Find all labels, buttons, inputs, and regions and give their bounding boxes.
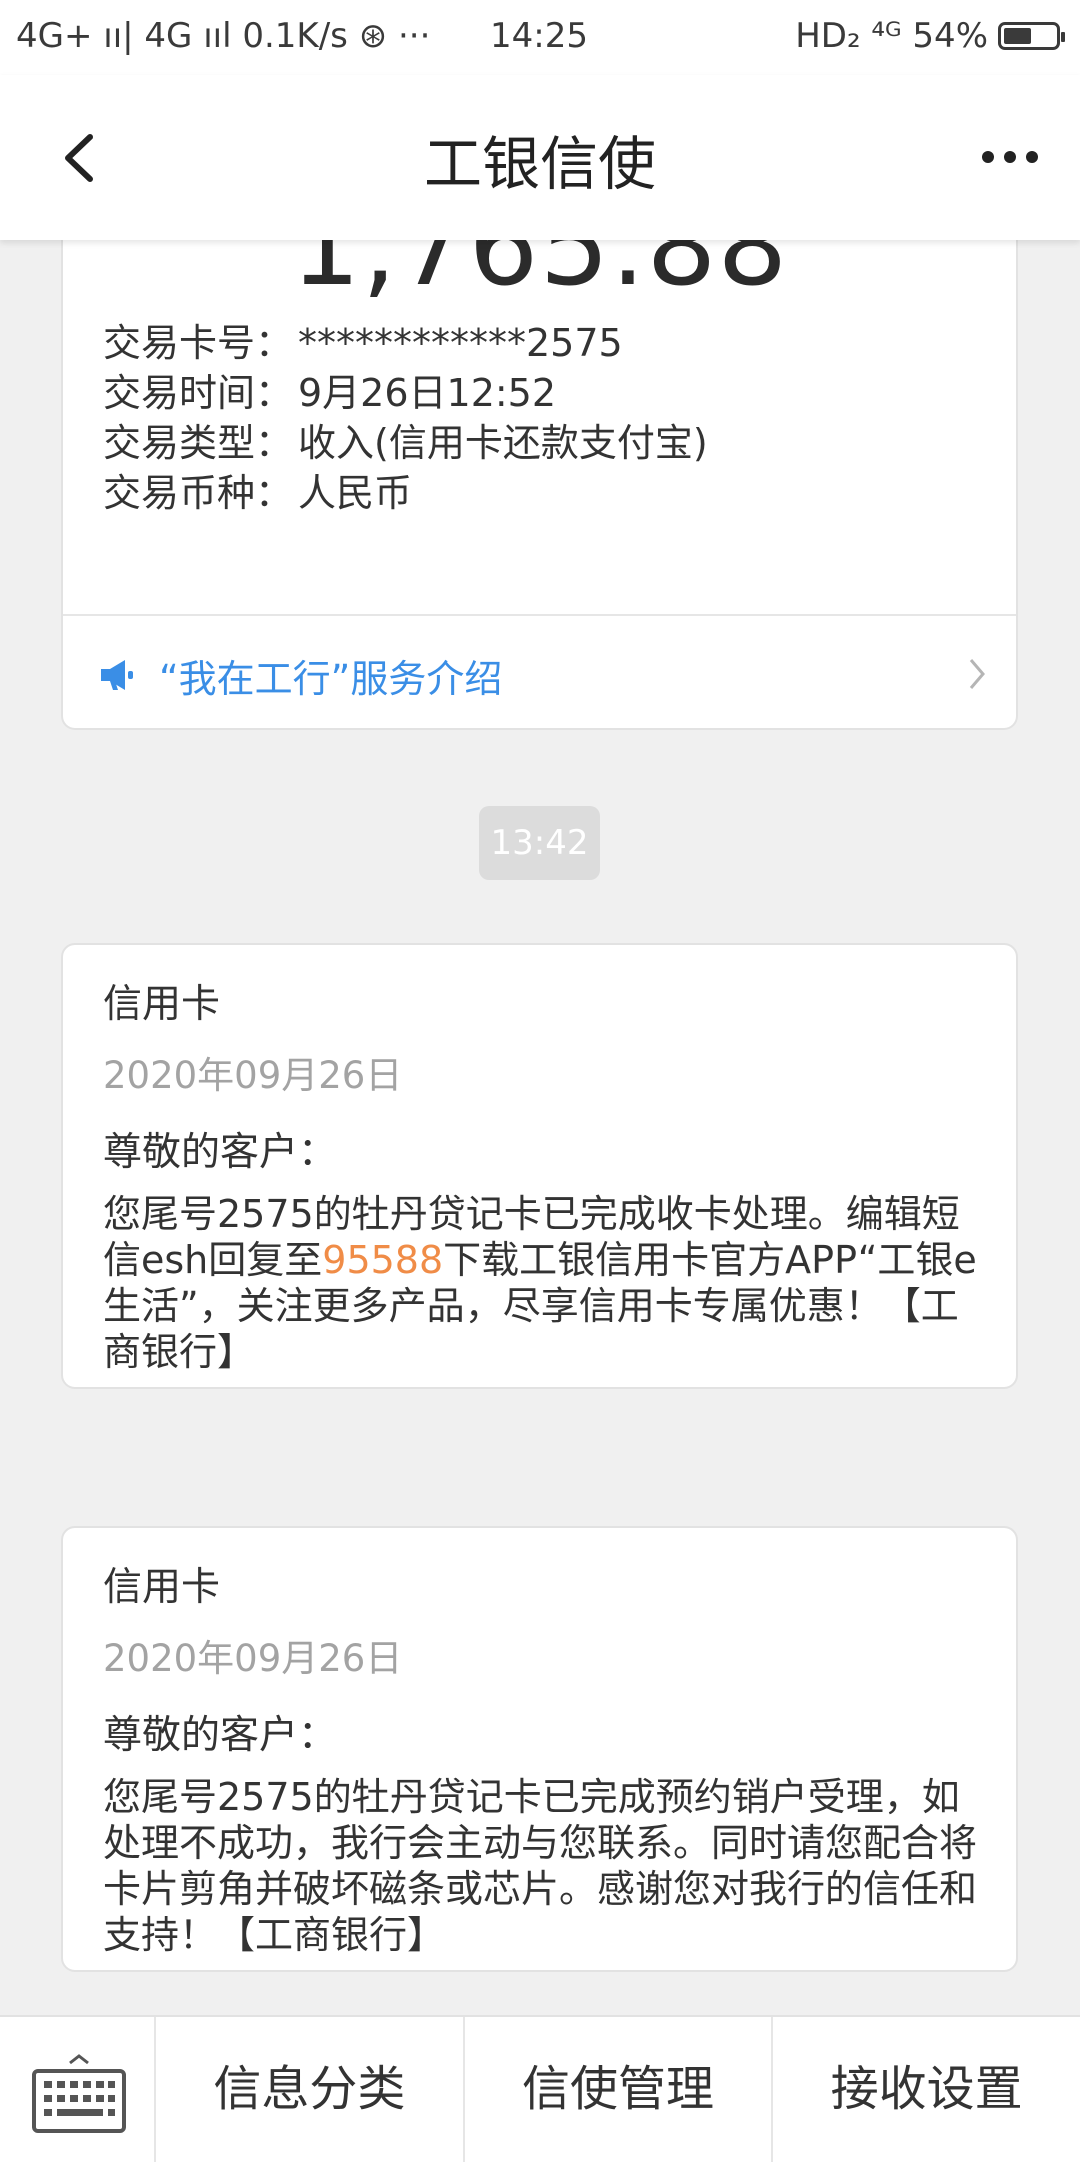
message-card[interactable]: 信用卡 2020年09月26日 尊敬的客户： 您尾号2575的牡丹贷记卡已完成收… (61, 943, 1018, 1389)
service-intro-text: “我在工行”服务介绍 (159, 656, 503, 701)
status-network: 4G+ ıı| 4G ııl 0.1K/s ⊛ ··· (16, 16, 431, 56)
message-date: 2020年09月26日 (103, 1054, 403, 1097)
message-date: 2020年09月26日 (103, 1637, 403, 1680)
detail-value: 9月26日12:52 (298, 371, 557, 415)
time-separator: 13:42 (479, 806, 600, 880)
battery-level (1004, 28, 1031, 44)
detail-label: 交易类型： (103, 421, 294, 465)
detail-label: 交易币种： (103, 471, 294, 515)
message-list[interactable]: 1,765.88 交易卡号： ************2575 交易时间： 9月26… (0, 240, 1080, 2015)
transaction-amount: 1,765.88 (290, 240, 789, 310)
nav-bar: 工银信使 (0, 75, 1080, 240)
detail-value: 收入(信用卡还款支付宝) (298, 421, 708, 465)
tab-message-category[interactable]: 信息分类 (156, 2017, 465, 2162)
detail-value: ************2575 (298, 321, 623, 365)
message-title: 信用卡 (103, 1565, 221, 1610)
message-card[interactable]: 信用卡 2020年09月26日 尊敬的客户： 您尾号2575的牡丹贷记卡已完成预… (61, 1526, 1018, 1972)
detail-row-card: 交易卡号： ************2575 (103, 312, 623, 367)
status-bar: 4G+ ıı| 4G ııl 0.1K/s ⊛ ··· 14:25 HD₂ ⁴ᴳ… (0, 0, 1080, 75)
message-title: 信用卡 (103, 982, 221, 1027)
status-indicators: HD₂ ⁴ᴳ 54% (795, 16, 988, 56)
message-greeting: 尊敬的客户： (103, 1130, 338, 1175)
detail-row-type: 交易类型： 收入(信用卡还款支付宝) (103, 412, 708, 467)
bottom-menu-bar: 信息分类 信使管理 接收设置 (0, 2015, 1080, 2162)
status-right: HD₂ ⁴ᴳ 54% (795, 16, 1065, 56)
tab-receive-settings[interactable]: 接收设置 (773, 2017, 1080, 2162)
transaction-card: 1,765.88 交易卡号： ************2575 交易时间： 9月26… (61, 240, 1018, 730)
status-time: 14:25 (490, 16, 588, 56)
chevron-right-icon (969, 659, 985, 689)
service-intro-link[interactable]: “我在工行”服务介绍 (99, 645, 986, 705)
more-icon[interactable] (980, 145, 1040, 169)
detail-label: 交易卡号： (103, 321, 294, 365)
message-body: 您尾号2575的牡丹贷记卡已完成收卡处理。编辑短信esh回复至95588下载工银… (103, 1191, 980, 1375)
detail-row-currency: 交易币种： 人民币 (103, 462, 412, 517)
message-body: 您尾号2575的牡丹贷记卡已完成预约销户受理，如处理不成功，我行会主动与您联系。… (103, 1775, 978, 1957)
detail-label: 交易时间： (103, 371, 294, 415)
card-divider (63, 614, 1016, 616)
detail-row-time: 交易时间： 9月26日12:52 (103, 362, 556, 417)
message-greeting: 尊敬的客户： (103, 1713, 338, 1758)
page-title: 工银信使 (423, 130, 656, 198)
keyboard-icon (32, 2054, 126, 2133)
megaphone-icon (101, 660, 133, 690)
tab-messenger-management[interactable]: 信使管理 (465, 2017, 774, 2162)
keyboard-toggle-button[interactable] (0, 2017, 156, 2162)
detail-value: 人民币 (298, 471, 413, 515)
phone-number-link[interactable]: 95588 (322, 1238, 443, 1282)
battery-icon (998, 22, 1065, 50)
